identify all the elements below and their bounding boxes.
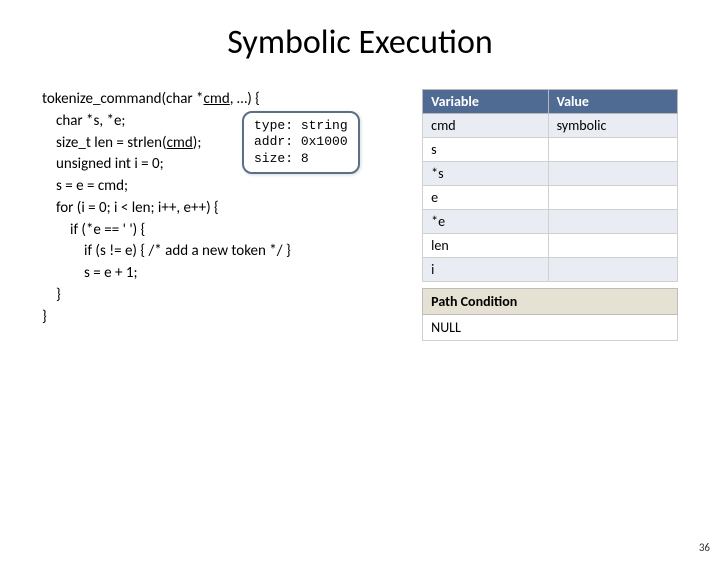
col-value: Value xyxy=(548,90,677,114)
code-line: for (i = 0; i < len; i++, e++) { xyxy=(42,198,398,220)
table-row: len xyxy=(423,234,678,258)
symbolic-tooltip: type: string addr: 0x1000 size: 8 xyxy=(242,111,360,174)
page-number: 36 xyxy=(699,541,710,554)
code-line: } xyxy=(42,307,398,329)
table-row: e xyxy=(423,186,678,210)
table-row: *e xyxy=(423,210,678,234)
table-row: *s xyxy=(423,162,678,186)
tables-column: Variable Value cmdsymbolic s *s e *e len… xyxy=(398,89,678,341)
col-variable: Variable xyxy=(423,90,548,114)
symbolic-var: cmd xyxy=(167,134,193,152)
table-row: NULL xyxy=(423,315,678,341)
symbolic-var: cmd xyxy=(204,90,230,108)
variables-table: Variable Value cmdsymbolic s *s e *e len… xyxy=(422,89,678,282)
code-line: s = e + 1; xyxy=(42,263,398,285)
table-row: i xyxy=(423,258,678,282)
slide-title: Symbolic Execution xyxy=(0,22,720,63)
path-condition-table: Path Condition NULL xyxy=(422,288,678,341)
code-line: s = e = cmd; xyxy=(42,176,398,198)
code-line: tokenize_command(char *cmd, …) { xyxy=(42,89,398,111)
slide-content: tokenize_command(char *cmd, …) { char *s… xyxy=(0,89,720,341)
table-header-row: Variable Value xyxy=(423,90,678,114)
code-line: if (s != e) { /* add a new token */ } xyxy=(42,241,398,263)
code-line: } xyxy=(42,285,398,307)
pc-header: Path Condition xyxy=(423,289,678,315)
code-line: if (*e == ' ') { xyxy=(42,220,398,242)
code-column: tokenize_command(char *cmd, …) { char *s… xyxy=(42,89,398,341)
table-row: cmdsymbolic xyxy=(423,114,678,138)
table-row: s xyxy=(423,138,678,162)
